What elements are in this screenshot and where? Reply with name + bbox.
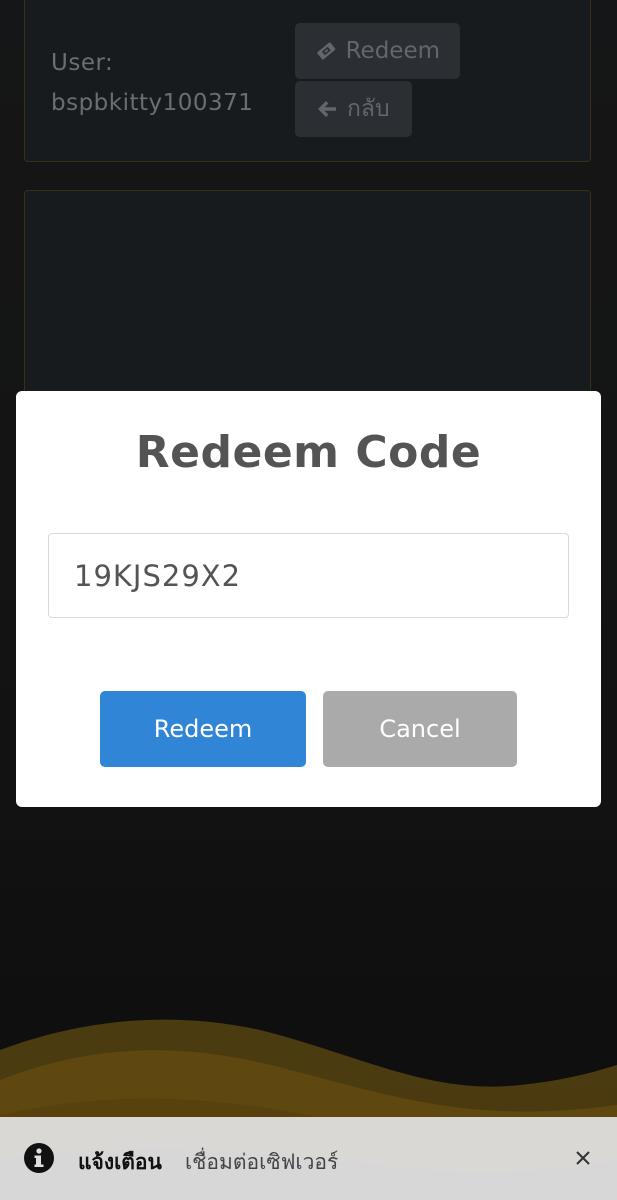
notification-bar: แจ้งเตือน เชื่อมต่อเซิฟเวอร์	[0, 1117, 617, 1200]
close-icon[interactable]	[572, 1147, 594, 1169]
notification-message: เชื่อมต่อเซิฟเวอร์	[185, 1150, 339, 1174]
info-icon	[24, 1143, 54, 1173]
redeem-dialog: Redeem Code Redeem Cancel	[16, 391, 601, 807]
confirm-redeem-button[interactable]: Redeem	[100, 691, 306, 767]
notification-title: แจ้งเตือน	[78, 1150, 162, 1174]
dialog-title: Redeem Code	[135, 427, 482, 478]
cancel-button[interactable]: Cancel	[323, 691, 517, 767]
app-page: User: bspbkitty100371 Redeem กลับ Redeem…	[0, 0, 617, 1200]
redeem-code-input[interactable]	[48, 533, 569, 618]
